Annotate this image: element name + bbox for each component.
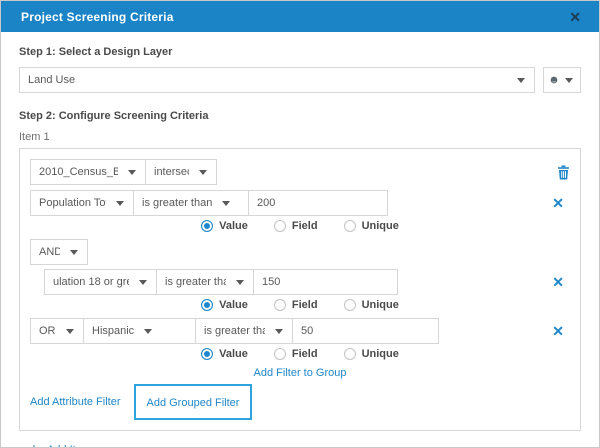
dialog-title: Project Screening Criteria [21,9,174,24]
filter-row-1: Population Total is greater than ✕ [30,190,570,216]
radio-selected-icon[interactable] [201,299,214,311]
step2-label: Step 2: Configure Screening Criteria [19,110,209,122]
plus-icon: + [29,441,39,447]
filter2-operator-select[interactable]: is greater than [156,269,254,295]
chevron-down-icon [70,249,78,255]
filter1-mode-unique[interactable]: Unique [343,220,399,232]
filter3-operator-select[interactable]: is greater than [195,318,293,344]
step1-row: Land Use [19,67,581,93]
design-layer-select[interactable]: Land Use [19,67,535,93]
filter-row-2: ulation 18 or greater is greater than ✕ [30,269,570,295]
filter2-value-input[interactable] [262,276,389,288]
chevron-down-icon [128,169,136,175]
filter1-mode-field[interactable]: Field [273,220,318,232]
filter1-mode-value[interactable]: Value [201,220,248,232]
radio-selected-icon[interactable] [201,348,214,360]
filter3-mode-unique[interactable]: Unique [343,348,399,360]
spatial-operator-select[interactable]: intersects [145,159,217,185]
radio-icon[interactable] [343,220,356,232]
chevron-down-icon [222,200,231,206]
item-label: Item 1 [19,131,50,143]
join-row: AND [30,239,570,265]
filter-row-3: OR Hispanic is greater than ✕ [30,318,570,344]
join-select[interactable]: AND [30,239,88,265]
chevron-down-icon [65,328,74,334]
filter2-value-box [253,269,398,295]
radio-icon[interactable] [343,348,356,360]
chevron-down-icon [236,279,244,285]
chevron-down-icon [116,200,124,206]
filter2-mode-field[interactable]: Field [273,299,318,311]
filter2-operator-value: is greater than [165,276,226,288]
filter1-mode-radios: Value Field Unique [30,219,570,233]
filter1-field-value: Population Total [39,197,106,209]
filter1-value-box [248,190,388,216]
filter2-mode-unique[interactable]: Unique [343,299,399,311]
filter1-field-select[interactable]: Population Total [30,190,134,216]
chevron-down-icon [199,169,207,175]
close-icon[interactable]: ✕ [567,8,583,26]
filter1-operator-value: is greater than [142,197,213,209]
filter2-mode-value[interactable]: Value [201,299,248,311]
filter2-field-select[interactable]: ulation 18 or greater [44,269,157,295]
layer-options-button[interactable] [543,67,581,93]
add-item-button[interactable]: + Add Item [19,441,581,447]
dialog-body: Step 1: Select a Design Layer Land Use S… [1,32,599,447]
filter3-join-value: OR [39,325,56,337]
filter3-field-select[interactable]: Hispanic [83,318,196,344]
radio-icon[interactable] [273,220,286,232]
delete-item-button[interactable] [557,165,570,180]
remove-filter2-icon[interactable]: ✕ [552,275,570,289]
chevron-down-icon [144,328,153,334]
spatial-operator-value: intersects [154,166,189,178]
filter3-value-box [292,318,439,344]
filter3-value-input[interactable] [301,325,430,337]
filter3-mode-value[interactable]: Value [201,348,248,360]
item-layer-value: 2010_Census_Blocks [39,166,118,178]
join-value: AND [39,246,60,258]
step1-label: Step 1: Select a Design Layer [19,46,173,58]
filter3-operator-value: is greater than [204,325,265,337]
radio-icon[interactable] [273,348,286,360]
chevron-down-icon [275,328,283,334]
add-filter-to-group-link[interactable]: Add Filter to Group [254,367,347,380]
filter1-operator-select[interactable]: is greater than [133,190,249,216]
remove-filter1-icon[interactable]: ✕ [552,196,570,210]
radio-icon[interactable] [273,299,286,311]
screening-item-box: 2010_Census_Blocks intersects [19,148,581,431]
item-layer-select[interactable]: 2010_Census_Blocks [30,159,146,185]
design-layer-value: Land Use [28,74,76,86]
globe-icon [550,76,558,84]
add-item-label: Add Item [47,444,91,447]
remove-filter3-icon[interactable]: ✕ [552,324,570,338]
filter1-value-input[interactable] [257,197,379,209]
filter3-field-value: Hispanic [92,325,135,337]
chevron-down-icon [139,279,147,285]
chevron-down-icon [565,77,573,83]
trash-icon [558,165,569,179]
filter3-mode-field[interactable]: Field [273,348,318,360]
filter3-join-select[interactable]: OR [30,318,84,344]
add-attribute-filter-link[interactable]: Add Attribute Filter [30,396,121,408]
chevron-down-icon [517,77,525,83]
add-filter-to-group-row: Add Filter to Group [30,367,570,380]
layer-operator-row: 2010_Census_Blocks intersects [30,159,570,185]
filter-links-row: Add Attribute Filter Add Grouped Filter [30,384,570,420]
add-grouped-filter-link[interactable]: Add Grouped Filter [147,397,240,409]
radio-icon[interactable] [343,299,356,311]
radio-selected-icon[interactable] [201,220,214,232]
dialog-header: Project Screening Criteria ✕ [1,1,599,32]
filter2-mode-radios: Value Field Unique [30,298,570,312]
filter2-field-value: ulation 18 or greater [53,276,129,288]
filter3-mode-radios: Value Field Unique [30,347,570,361]
project-screening-criteria-dialog: Project Screening Criteria ✕ Step 1: Sel… [0,0,600,448]
add-grouped-filter-callout: Add Grouped Filter [133,384,253,420]
